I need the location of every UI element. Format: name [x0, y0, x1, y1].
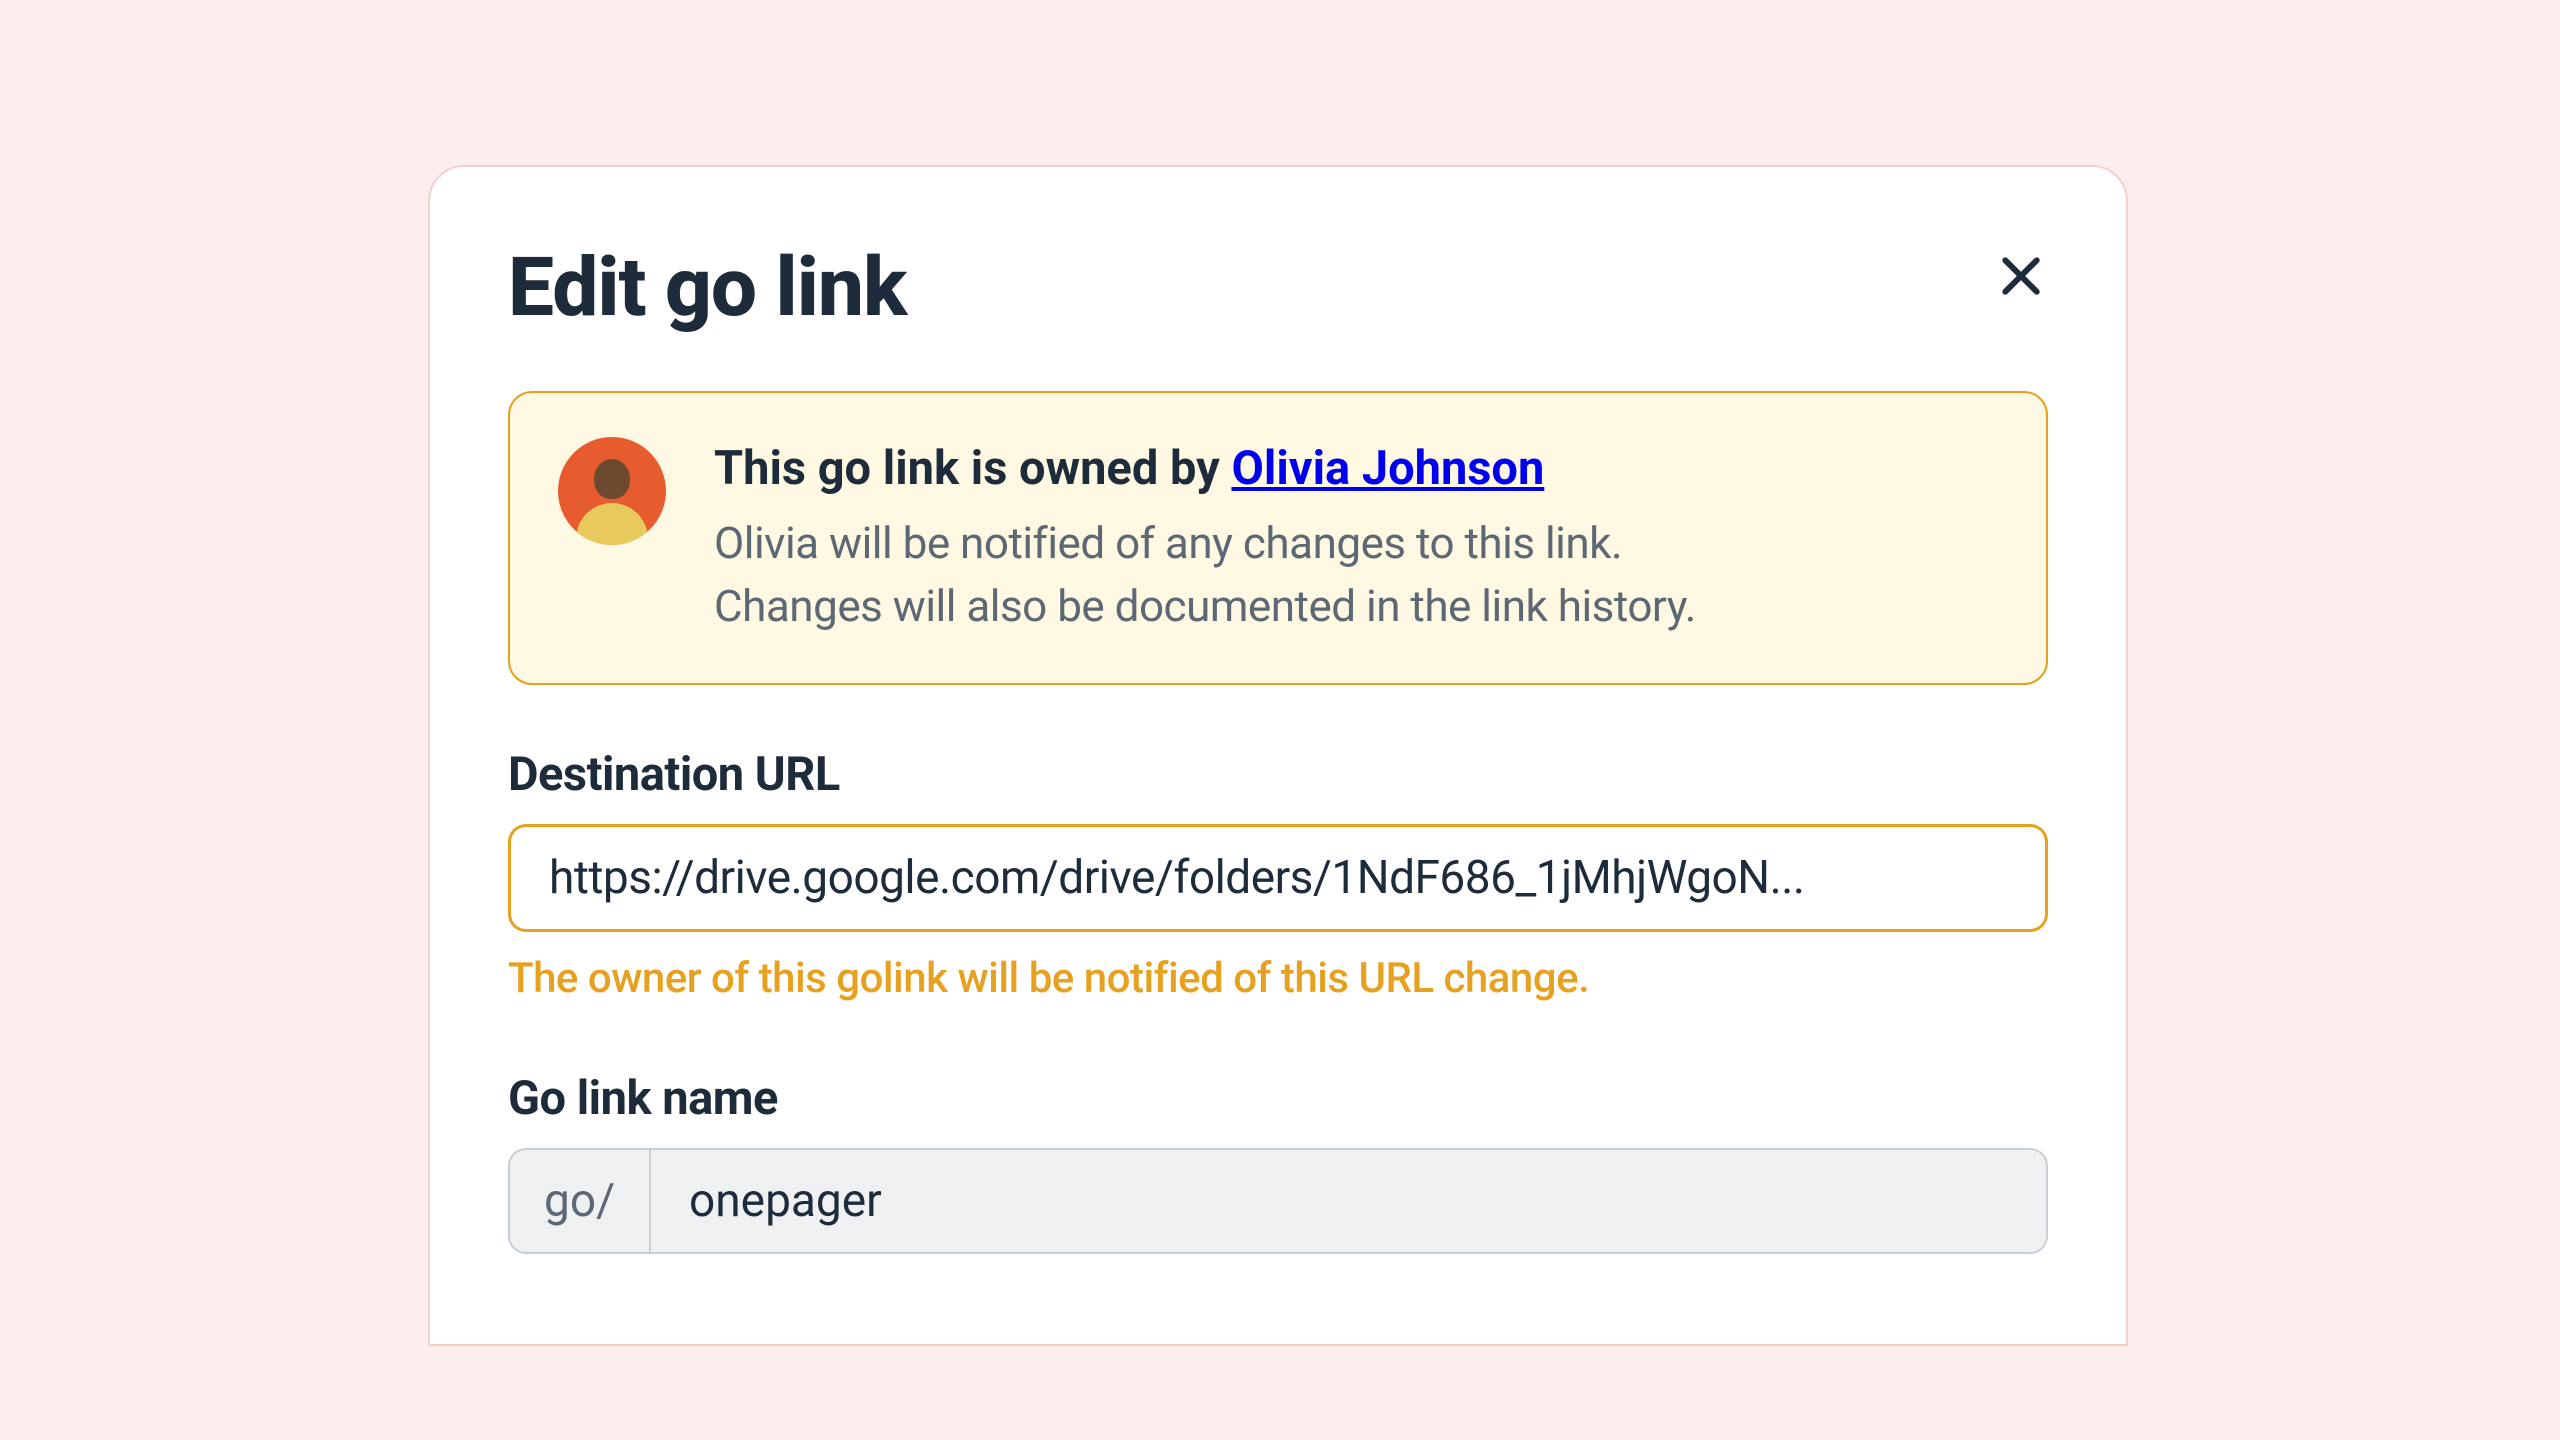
linkname-prefix: go/	[510, 1150, 651, 1252]
modal-header: Edit go link	[508, 247, 2048, 329]
close-icon	[1994, 249, 2048, 303]
linkname-group: go/	[508, 1148, 2048, 1254]
owner-avatar	[558, 437, 666, 545]
banner-title-prefix: This go link is owned by	[714, 441, 1231, 496]
url-change-warning: The owner of this golink will be notifie…	[508, 954, 2048, 1003]
edit-golink-modal: Edit go link This go link is owned by Ol…	[428, 165, 2128, 1346]
close-button[interactable]	[1986, 241, 2056, 311]
banner-sub-line2: Changes will also be documented in the l…	[714, 580, 1696, 632]
banner-subtext: Olivia will be notified of any changes t…	[714, 512, 1998, 637]
url-label: Destination URL	[508, 747, 2048, 802]
banner-text: This go link is owned by Olivia Johnson …	[714, 437, 1998, 637]
owner-link[interactable]: Olivia Johnson	[1231, 441, 1544, 496]
owner-banner: This go link is owned by Olivia Johnson …	[508, 391, 2048, 685]
linkname-label: Go link name	[508, 1071, 2048, 1126]
banner-title: This go link is owned by Olivia Johnson	[714, 437, 1998, 500]
linkname-input[interactable]	[651, 1150, 2046, 1252]
destination-url-input[interactable]	[508, 824, 2048, 932]
banner-sub-line1: Olivia will be notified of any changes t…	[714, 517, 1622, 569]
modal-title: Edit go link	[508, 247, 906, 329]
